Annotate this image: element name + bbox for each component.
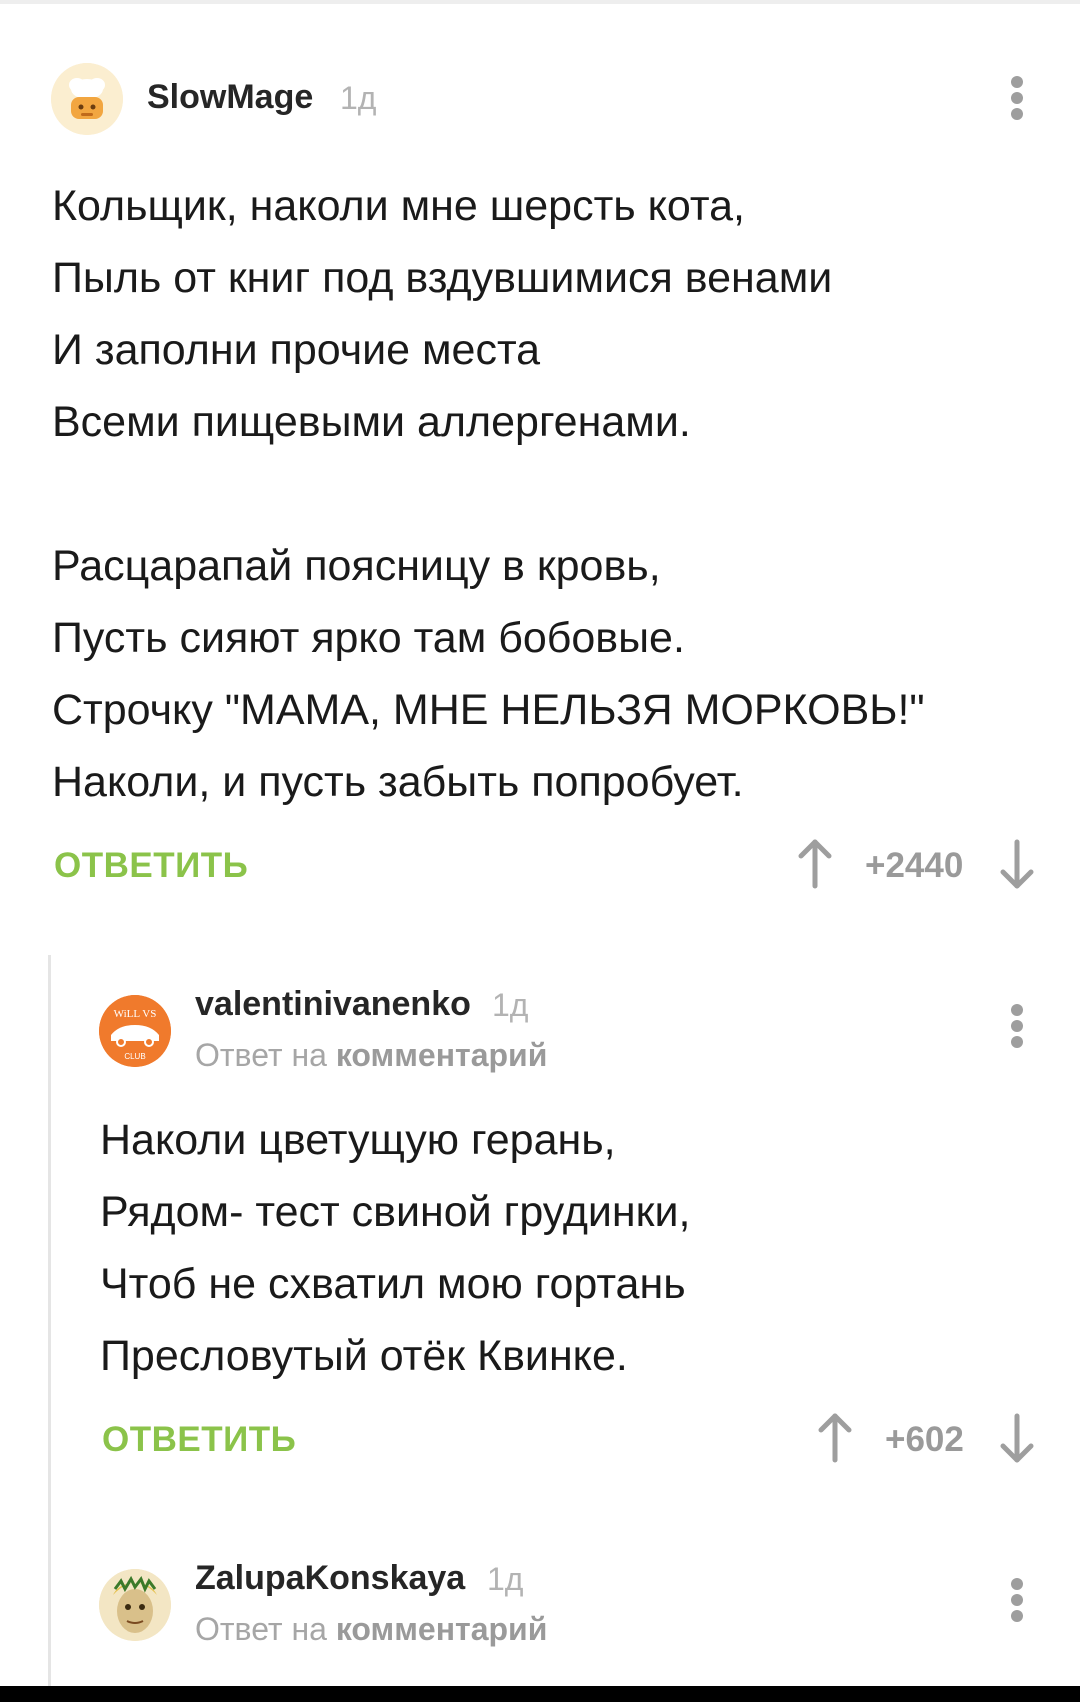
car-logo-icon: WiLL VS CLUB (99, 995, 171, 1067)
comment-line: Кольщик, наколи мне шерсть кота, (52, 182, 745, 230)
rating-score: +602 (885, 1420, 964, 1459)
comment-line: Наколи цветущую герань, (100, 1116, 616, 1164)
comment-line: Рядом- тест свиной грудинки, (100, 1188, 691, 1236)
upvote-arrow-icon[interactable] (815, 1412, 855, 1464)
chef-avatar-icon (51, 63, 123, 135)
avatar-logo-text: WiLL VS (114, 1008, 157, 1020)
comment-line: Строчку "МАМА, МНЕ НЕЛЬЗЯ МОРКОВЬ!" (52, 686, 925, 734)
comment-line (52, 458, 925, 530)
comment-line: Всеми пищевыми аллергенами. (52, 398, 691, 446)
more-options-icon[interactable] (997, 1570, 1037, 1630)
thread-indent-line (48, 955, 51, 1686)
reply-to-text: Ответ на комментарий (195, 1037, 547, 1074)
author-name[interactable]: SlowMage (147, 78, 313, 117)
comment-body: Кольщик, наколи мне шерсть кота, Пыль от… (52, 170, 925, 818)
timestamp: 1д (487, 1561, 524, 1597)
reply-button[interactable]: ОТВЕТИТЬ (54, 846, 248, 886)
comment-line: Пыль от книг под вздувшимися венами (52, 254, 833, 302)
car-club-logo-avatar[interactable]: WiLL VS CLUB (99, 995, 171, 1067)
bottom-edge-bar (0, 1686, 1080, 1702)
rating-score: +2440 (865, 846, 964, 885)
comment-body: Наколи цветущую герань, Рядом- тест свин… (100, 1104, 690, 1392)
timestamp: 1д (340, 80, 377, 116)
comment-line: Пресловутый отёк Квинке. (100, 1332, 628, 1380)
reply-to-link[interactable]: комментарий (336, 1037, 548, 1073)
avatar-logo-subtext: CLUB (124, 1052, 145, 1061)
timestamp: 1д (492, 987, 529, 1023)
upvote-arrow-icon[interactable] (795, 838, 835, 890)
reply-to-text: Ответ на комментарий (195, 1611, 547, 1648)
comment-line: Наколи, и пусть забыть попробует. (52, 758, 744, 806)
reply-to-link[interactable]: комментарий (336, 1611, 548, 1647)
cartoon-face-avatar[interactable] (99, 1569, 171, 1641)
comment-line: Чтоб не схватил мою гортань (100, 1260, 686, 1308)
reply-button[interactable]: ОТВЕТИТЬ (102, 1420, 296, 1460)
chef-hat-avatar[interactable] (51, 63, 123, 135)
author-name[interactable]: valentinivanenko (195, 985, 471, 1024)
cartoon-face-icon (99, 1569, 171, 1641)
author-name[interactable]: ZalupaKonskaya (195, 1559, 465, 1598)
more-options-icon[interactable] (997, 68, 1037, 128)
comment-line: Пусть сияют ярко там бобовые. (52, 614, 685, 662)
reply-to-prefix: Ответ на (195, 1037, 327, 1073)
more-options-icon[interactable] (997, 996, 1037, 1056)
comment-line: Расцарапай поясницу в кровь, (52, 542, 661, 590)
comment-line: И заполни прочие места (52, 326, 541, 374)
downvote-arrow-icon[interactable] (997, 838, 1037, 890)
downvote-arrow-icon[interactable] (997, 1412, 1037, 1464)
top-divider (0, 0, 1080, 4)
reply-to-prefix: Ответ на (195, 1611, 327, 1647)
